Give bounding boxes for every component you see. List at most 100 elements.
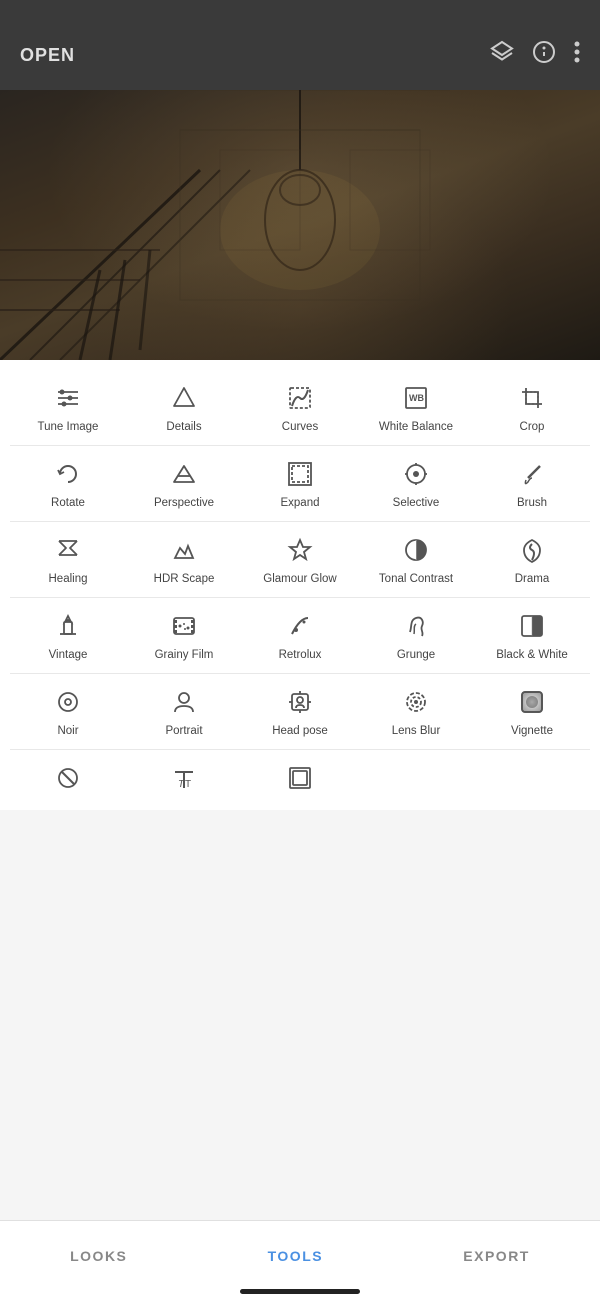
tool-grainy-film[interactable]: Grainy Film — [126, 598, 242, 673]
svg-text:T: T — [178, 779, 185, 790]
tool-selective[interactable]: Selective — [358, 446, 474, 521]
drama-icon — [518, 534, 546, 566]
tool-rotate[interactable]: Rotate — [10, 446, 126, 521]
tool-curves[interactable]: Curves — [242, 370, 358, 445]
tool-details[interactable]: Details — [126, 370, 242, 445]
tools-row-2: Rotate Perspective Expand — [0, 446, 600, 521]
healing-label: Healing — [49, 572, 88, 587]
noir-icon — [54, 686, 82, 718]
frames-icon — [286, 762, 314, 794]
drama-label: Drama — [515, 572, 550, 587]
tool-black-white[interactable]: Black & White — [474, 598, 590, 673]
tools-row-1: Tune Image Details Curves — [0, 370, 600, 445]
perspective-label: Perspective — [154, 496, 214, 511]
details-icon — [170, 382, 198, 414]
tune-image-label: Tune Image — [38, 420, 99, 435]
hdr-scape-icon — [170, 534, 198, 566]
tool-head-pose[interactable]: Head pose — [242, 674, 358, 749]
nav-tools[interactable]: TOOLS — [248, 1238, 343, 1274]
tool-vignette[interactable]: Vignette — [474, 674, 590, 749]
info-icon[interactable] — [532, 40, 556, 70]
tool-watermark[interactable] — [10, 750, 126, 810]
selective-icon — [402, 458, 430, 490]
photo-preview — [0, 90, 600, 360]
lens-blur-icon — [402, 686, 430, 718]
tool-retrolux[interactable]: Retrolux — [242, 598, 358, 673]
grunge-icon — [402, 610, 430, 642]
svg-text:T: T — [185, 779, 191, 790]
header: OPEN — [0, 0, 600, 90]
white-balance-icon: WB — [402, 382, 430, 414]
tool-hdr-scape[interactable]: HDR Scape — [126, 522, 242, 597]
vintage-label: Vintage — [49, 648, 88, 663]
rotate-icon — [54, 458, 82, 490]
tools-row-4: Vintage Grainy Film Retro — [0, 598, 600, 673]
home-indicator — [240, 1289, 360, 1294]
brush-label: Brush — [517, 496, 547, 511]
grainy-film-icon — [170, 610, 198, 642]
tool-drama[interactable]: Drama — [474, 522, 590, 597]
black-white-label: Black & White — [496, 648, 568, 663]
grunge-label: Grunge — [397, 648, 435, 663]
vignette-label: Vignette — [511, 724, 553, 739]
crop-icon — [518, 382, 546, 414]
expand-icon — [286, 458, 314, 490]
layers-icon[interactable] — [490, 40, 514, 70]
head-pose-label: Head pose — [272, 724, 328, 739]
tool-crop[interactable]: Crop — [474, 370, 590, 445]
portrait-label: Portrait — [165, 724, 202, 739]
tool-glamour-glow[interactable]: Glamour Glow — [242, 522, 358, 597]
tool-brush[interactable]: Brush — [474, 446, 590, 521]
retrolux-label: Retrolux — [279, 648, 322, 663]
tool-vintage[interactable]: Vintage — [10, 598, 126, 673]
details-label: Details — [166, 420, 201, 435]
grainy-film-label: Grainy Film — [155, 648, 214, 663]
tool-healing[interactable]: Healing — [10, 522, 126, 597]
more-icon[interactable] — [574, 41, 580, 69]
vignette-icon — [518, 686, 546, 718]
nav-looks[interactable]: LOOKS — [50, 1238, 147, 1274]
text-icon: T T — [170, 762, 198, 794]
crop-label: Crop — [520, 420, 545, 435]
curves-icon — [286, 382, 314, 414]
tools-row-3: Healing HDR Scape Glamour Glow — [0, 522, 600, 597]
tool-grunge[interactable]: Grunge — [358, 598, 474, 673]
tool-text[interactable]: T T — [126, 750, 242, 810]
head-pose-icon — [286, 686, 314, 718]
tools-row-5: Noir Portrait Head pose — [0, 674, 600, 749]
tool-frames[interactable] — [242, 750, 358, 810]
tool-expand[interactable]: Expand — [242, 446, 358, 521]
hdr-scape-label: HDR Scape — [154, 572, 215, 587]
expand-label: Expand — [280, 496, 319, 511]
vintage-icon — [54, 610, 82, 642]
rotate-label: Rotate — [51, 496, 85, 511]
tools-area: Tune Image Details Curves — [0, 360, 600, 810]
nav-export[interactable]: EXPORT — [443, 1238, 550, 1274]
glamour-glow-icon — [286, 534, 314, 566]
watermark-icon — [54, 762, 82, 794]
tune-image-icon — [54, 382, 82, 414]
perspective-icon — [170, 458, 198, 490]
retrolux-icon — [286, 610, 314, 642]
open-button[interactable]: OPEN — [20, 45, 75, 66]
tool-white-balance[interactable]: WB White Balance — [358, 370, 474, 445]
black-white-icon — [518, 610, 546, 642]
tool-portrait[interactable]: Portrait — [126, 674, 242, 749]
tonal-contrast-icon — [402, 534, 430, 566]
bottom-navigation: LOOKS TOOLS EXPORT — [0, 1220, 600, 1300]
white-balance-label: White Balance — [379, 420, 453, 435]
tool-perspective[interactable]: Perspective — [126, 446, 242, 521]
portrait-icon — [170, 686, 198, 718]
lens-blur-label: Lens Blur — [392, 724, 441, 739]
tool-noir[interactable]: Noir — [10, 674, 126, 749]
svg-text:WB: WB — [409, 393, 424, 403]
tonal-contrast-label: Tonal Contrast — [379, 572, 453, 587]
tool-tonal-contrast[interactable]: Tonal Contrast — [358, 522, 474, 597]
tool-lens-blur[interactable]: Lens Blur — [358, 674, 474, 749]
curves-label: Curves — [282, 420, 318, 435]
glamour-glow-label: Glamour Glow — [263, 572, 337, 587]
noir-label: Noir — [57, 724, 78, 739]
tool-tune-image[interactable]: Tune Image — [10, 370, 126, 445]
tools-row-6: T T — [0, 750, 600, 810]
selective-label: Selective — [393, 496, 440, 511]
